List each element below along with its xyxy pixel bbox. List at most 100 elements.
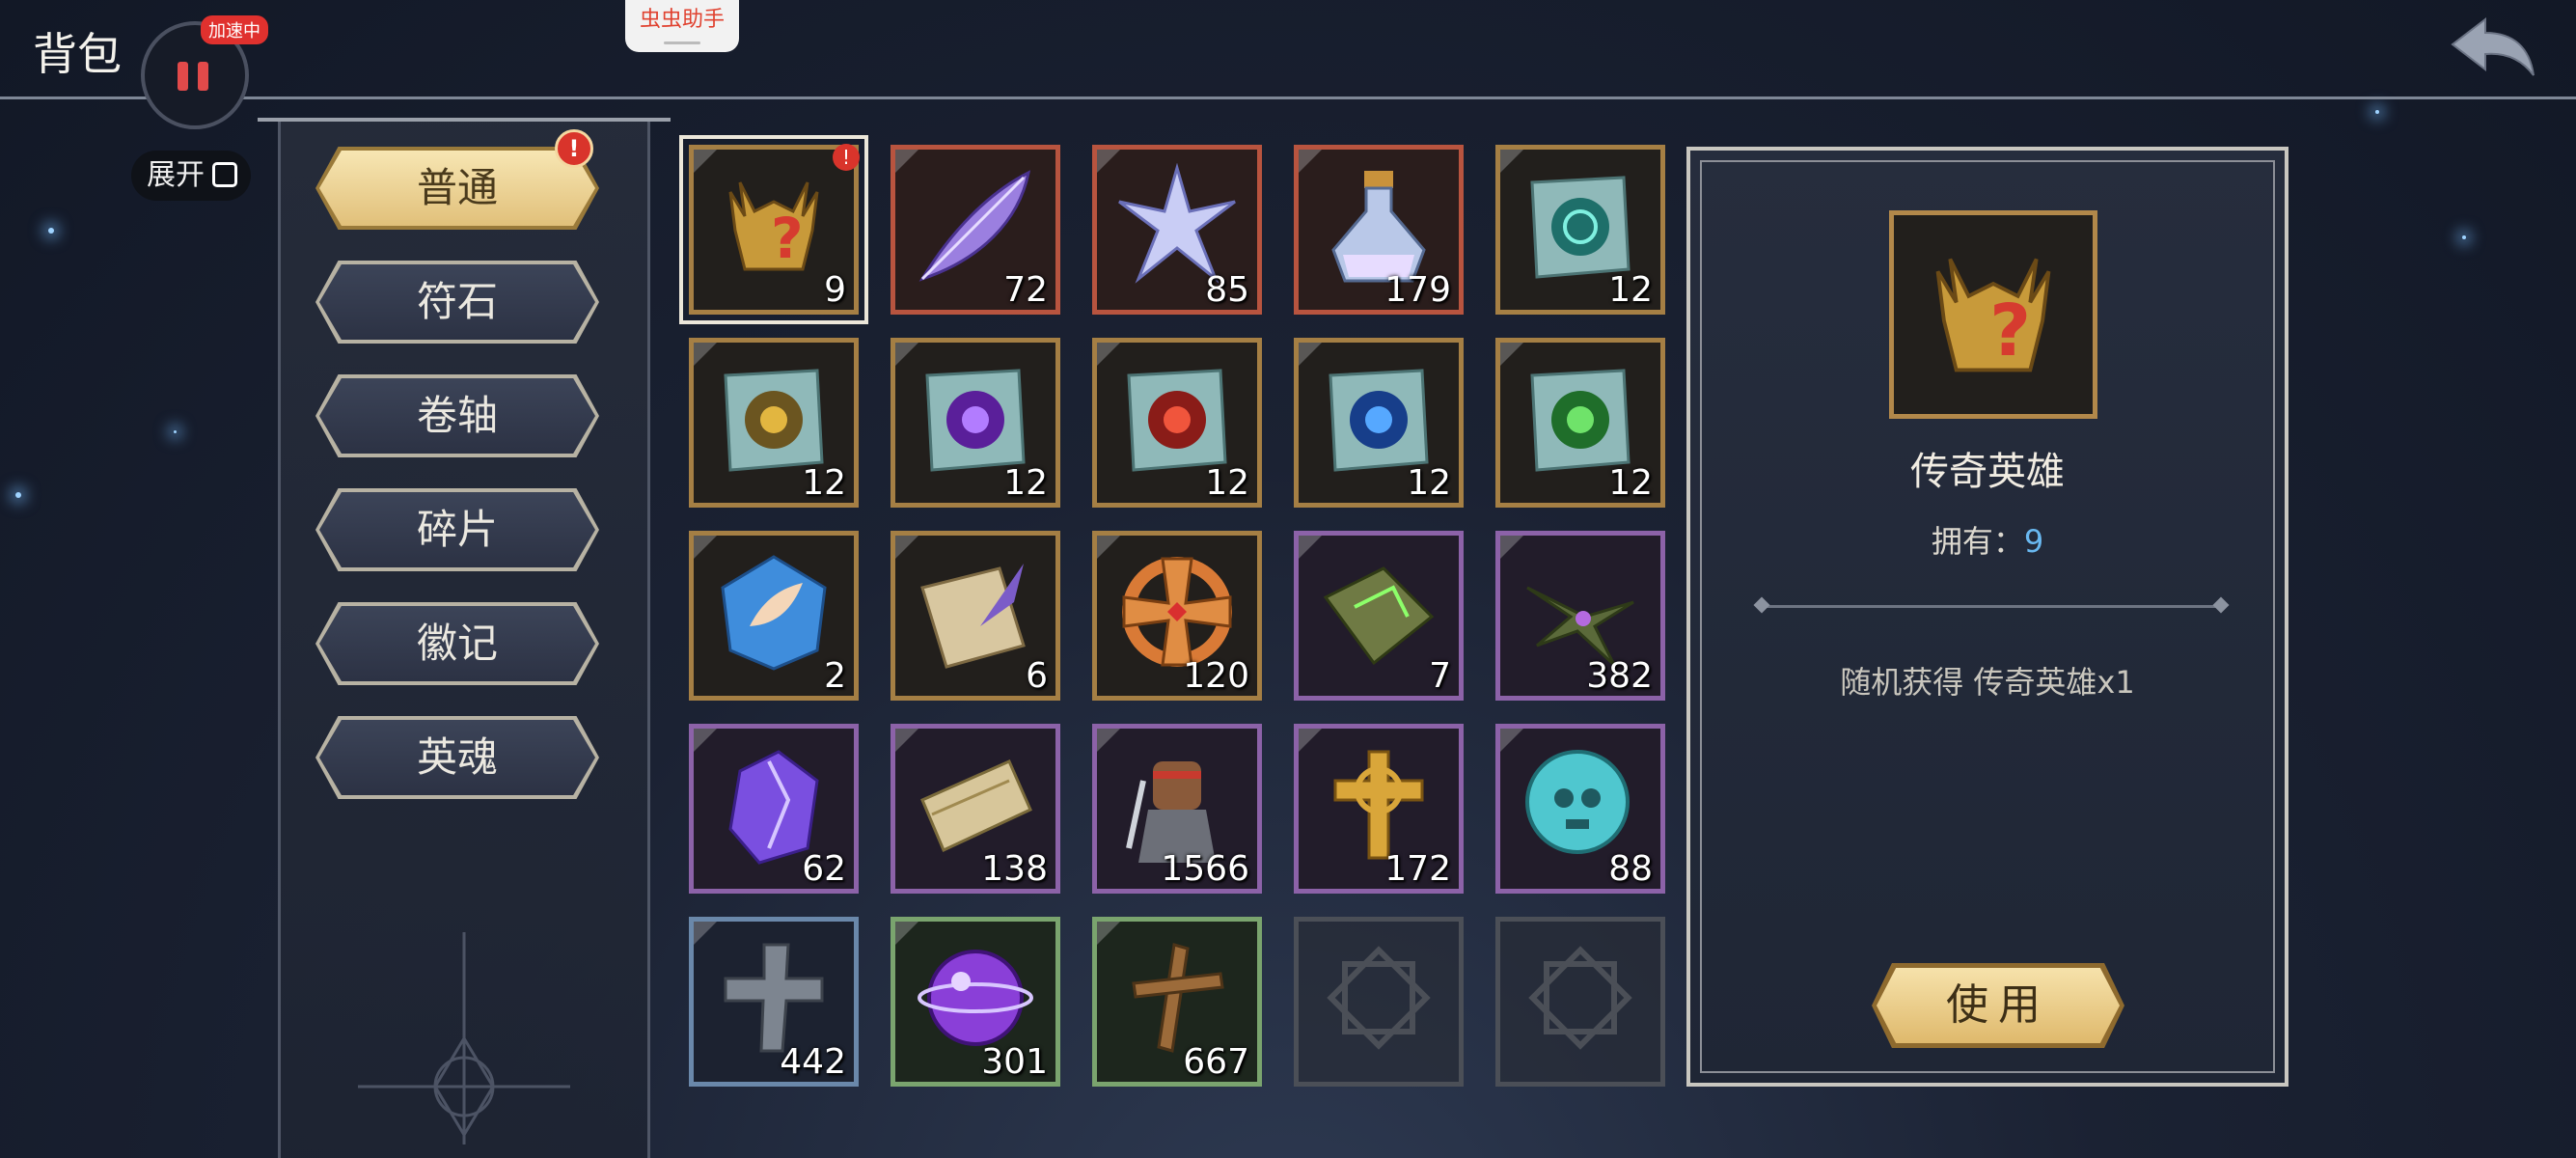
empty-slot-icon <box>1528 946 1632 1050</box>
item-count: 172 <box>1384 849 1451 889</box>
back-arrow-icon[interactable] <box>2447 14 2537 81</box>
inventory-slot[interactable]: 6 <box>891 531 1060 701</box>
background-star <box>48 228 54 234</box>
category-tab-normal[interactable]: 普通 <box>315 147 599 230</box>
page-title: 背包 <box>33 28 122 80</box>
item-count: 382 <box>1586 656 1653 696</box>
expand-label: 展开 <box>147 158 205 192</box>
category-tab-runestone[interactable]: 符石 <box>315 261 599 344</box>
inventory-slot[interactable]: 667 <box>1092 917 1262 1087</box>
item-count: 1566 <box>1161 849 1249 889</box>
dice-icon <box>212 162 237 187</box>
background-star <box>174 430 177 433</box>
drag-handle-icon <box>664 41 700 44</box>
inventory-slot[interactable]: 72 <box>891 145 1060 315</box>
inventory-slot[interactable]: 12 <box>891 338 1060 508</box>
item-count: 2 <box>824 656 846 696</box>
accel-badge: 加速中 <box>201 15 268 44</box>
top-rail <box>258 118 671 122</box>
category-tab-emblem[interactable]: 徽记 <box>315 602 599 685</box>
category-tab-label: 卷轴 <box>319 378 595 454</box>
category-tab-fragment[interactable]: 碎片 <box>315 488 599 571</box>
background-star <box>15 492 21 498</box>
green-spellbook-icon <box>1323 566 1435 666</box>
ornament-icon <box>358 932 570 1144</box>
inventory-slot[interactable]: 120 <box>1092 531 1262 701</box>
empty-slot-icon <box>1327 946 1431 1050</box>
background-star <box>2375 110 2379 114</box>
inventory-slot[interactable]: 442 <box>689 917 859 1087</box>
alert-badge: ! <box>555 129 593 168</box>
item-count: 12 <box>1608 270 1653 310</box>
item-detail-panel: ? 传奇英雄 拥有：9 随机获得 传奇英雄x1 使用 <box>1686 147 2288 1087</box>
legendary-hero-helmet-icon: ? <box>1935 258 2051 372</box>
category-tab-label: 英魂 <box>319 720 595 795</box>
helper-label: 虫虫助手 <box>639 8 725 32</box>
item-count: 12 <box>802 463 846 503</box>
category-tab-label: 符石 <box>319 264 595 340</box>
helper-tab[interactable]: 虫虫助手 <box>625 0 739 52</box>
category-tab-scroll[interactable]: 卷轴 <box>315 374 599 457</box>
item-count: 6 <box>1026 656 1048 696</box>
item-count: 179 <box>1384 270 1451 310</box>
item-count: 12 <box>1407 463 1451 503</box>
pause-icon <box>198 62 208 91</box>
item-count: 120 <box>1183 656 1249 696</box>
inventory-slot[interactable]: ? 9 ! <box>679 135 868 324</box>
item-count: 12 <box>1205 463 1249 503</box>
use-button[interactable]: 使用 <box>1872 963 2124 1048</box>
legendary-hero-helmet-icon: ? <box>728 181 819 271</box>
inventory-slot[interactable]: 1566 <box>1092 724 1262 894</box>
blue-wing-emblem-icon <box>721 555 827 671</box>
alert-badge: ! <box>833 144 860 171</box>
inventory-slot[interactable]: 172 <box>1294 724 1464 894</box>
inventory-slot[interactable]: 2 <box>689 531 859 701</box>
inventory-slot[interactable]: 88 <box>1495 724 1665 894</box>
detail-item-frame: ? <box>1889 210 2097 419</box>
item-count: 442 <box>780 1042 846 1082</box>
inventory-slot[interactable]: 301 <box>891 917 1060 1087</box>
inventory-slot[interactable]: 138 <box>891 724 1060 894</box>
category-tab-hero-soul[interactable]: 英魂 <box>315 716 599 799</box>
inventory-slot[interactable]: 12 <box>1294 338 1464 508</box>
item-description: 随机获得 传奇英雄x1 <box>1840 664 2135 701</box>
background-star <box>2462 235 2466 239</box>
empty-slot[interactable] <box>1495 917 1665 1087</box>
expand-button[interactable]: 展开 <box>131 151 251 201</box>
inventory-slot[interactable]: 12 <box>1495 145 1665 315</box>
item-count: 88 <box>1608 849 1653 889</box>
svg-text:?: ? <box>1989 290 2031 372</box>
inventory-slot[interactable]: 179 <box>1294 145 1464 315</box>
top-bar: 背包 加速中 虫虫助手 <box>0 0 2576 129</box>
item-count: 72 <box>1003 270 1048 310</box>
owned-value: 9 <box>2023 523 2044 560</box>
use-button-label: 使用 <box>1877 968 2120 1043</box>
owned-label: 拥有： <box>1931 523 2024 560</box>
inventory-slot[interactable]: 382 <box>1495 531 1665 701</box>
item-count: 667 <box>1183 1042 1249 1082</box>
category-tab-label: 普通 <box>319 151 595 226</box>
empty-slot[interactable] <box>1294 917 1464 1087</box>
item-name: 传奇英雄 <box>1910 450 2065 494</box>
inventory-slot[interactable]: 12 <box>1495 338 1665 508</box>
item-count: 7 <box>1429 656 1451 696</box>
svg-text:?: ? <box>771 206 804 271</box>
item-count: 62 <box>802 849 846 889</box>
category-tab-label: 碎片 <box>319 492 595 567</box>
item-count: 85 <box>1205 270 1249 310</box>
category-panel: 普通 ! 符石 卷轴 碎片 徽记 英魂 <box>258 118 671 1158</box>
inventory-slot[interactable]: 7 <box>1294 531 1464 701</box>
category-tab-label: 徽记 <box>319 606 595 681</box>
item-count: 138 <box>981 849 1048 889</box>
item-count: 301 <box>981 1042 1048 1082</box>
inventory-slot[interactable]: 12 <box>1092 338 1262 508</box>
item-count: 12 <box>1608 463 1653 503</box>
divider <box>1762 605 2221 608</box>
pause-icon <box>178 62 188 91</box>
item-count: 9 <box>824 270 846 310</box>
inventory-slot[interactable]: 62 <box>689 724 859 894</box>
inventory-slot[interactable]: 12 <box>689 338 859 508</box>
inventory-slot[interactable]: 85 <box>1092 145 1262 315</box>
owned-count: 拥有：9 <box>1690 517 2285 562</box>
item-count: 12 <box>1003 463 1048 503</box>
